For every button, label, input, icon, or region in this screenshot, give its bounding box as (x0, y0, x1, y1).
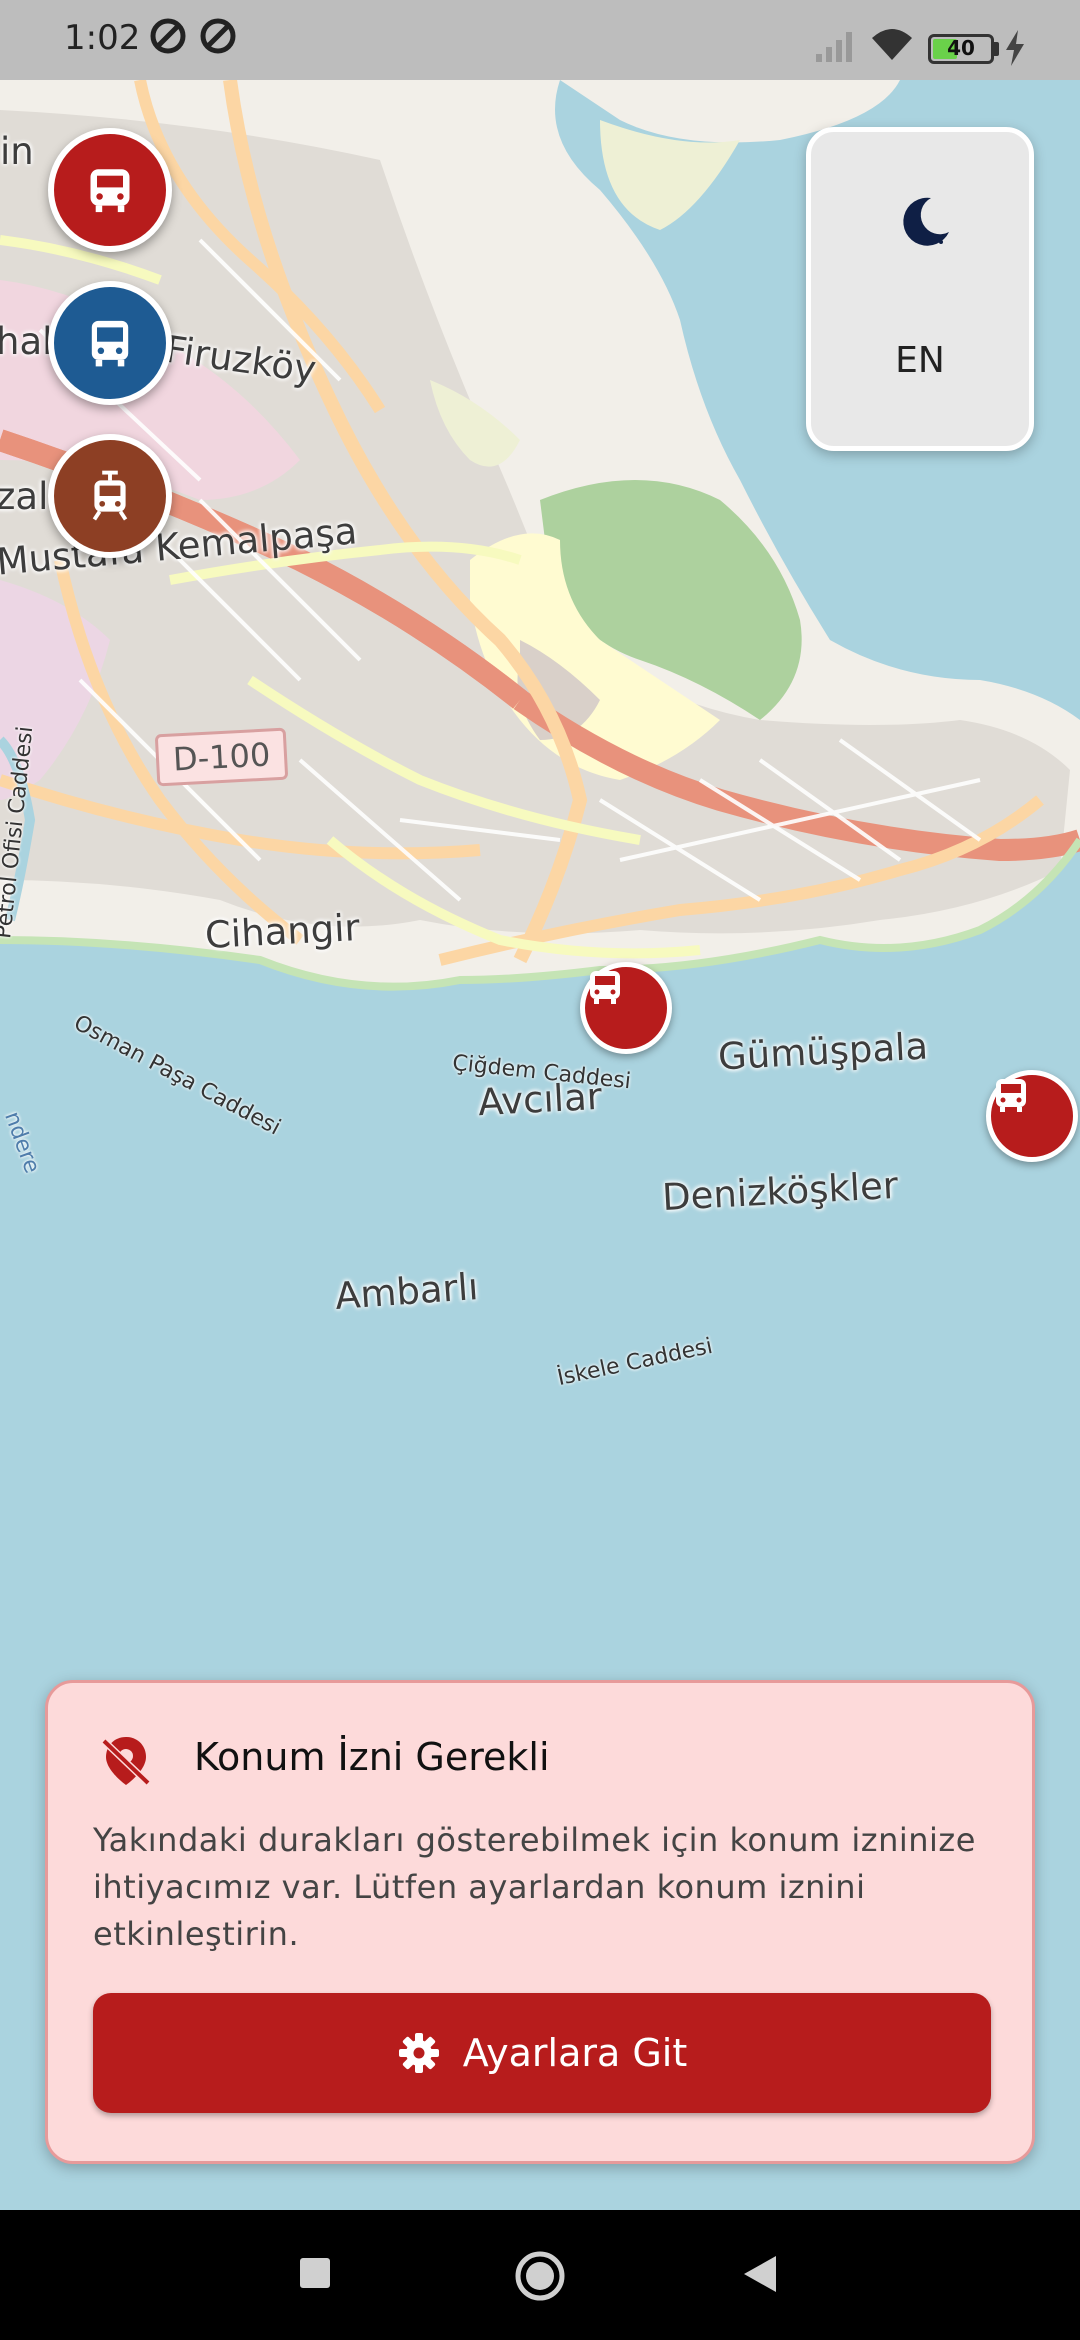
tram-filter-button[interactable] (48, 434, 172, 558)
bus-icon (91, 320, 129, 367)
battery-icon: 40 (928, 34, 994, 64)
metrobus-icon (590, 971, 620, 1004)
go-to-settings-button[interactable]: Ayarlara Git (93, 1993, 991, 2113)
place-label-partial: in (0, 130, 34, 173)
wifi-icon (872, 29, 912, 60)
at-sign-icon (150, 18, 186, 54)
language-button[interactable]: EN (811, 340, 1029, 381)
status-time: 1:02 (64, 18, 141, 58)
navigation-bar (0, 2210, 1080, 2340)
location-off-icon (101, 1737, 151, 1786)
metrobus-filter-button[interactable] (48, 128, 172, 252)
stop-marker[interactable] (580, 962, 672, 1054)
go-to-settings-label: Ayarlara Git (462, 2031, 688, 2075)
home-icon[interactable] (514, 2250, 566, 2302)
tram-icon (92, 470, 128, 521)
bus-filter-button[interactable] (48, 281, 172, 405)
location-permission-card: Konum İzni Gerekli Yakındaki durakları g… (45, 1680, 1035, 2164)
gear-icon (398, 2033, 439, 2073)
recents-icon[interactable] (298, 2256, 332, 2290)
at-sign-icon (200, 18, 236, 54)
metrobus-icon (90, 169, 130, 213)
road-shield: D-100 (154, 727, 289, 787)
place-label-partial: zal (0, 475, 49, 518)
back-icon[interactable] (742, 2254, 778, 2294)
charging-icon (1006, 30, 1024, 66)
permission-message: Yakındaki durakları gösterebilmek için k… (93, 1821, 976, 1953)
place-label-partial: hal (0, 320, 53, 363)
settings-card: EN (806, 127, 1034, 451)
place-label-cihangir: Cihangir (203, 905, 361, 958)
permission-title: Konum İzni Gerekli (194, 1735, 550, 1779)
status-bar: 1:02 40 (0, 0, 1080, 80)
signal-icon (816, 32, 852, 62)
moon-icon[interactable] (895, 192, 955, 252)
metrobus-icon (996, 1079, 1026, 1112)
stop-marker[interactable] (986, 1070, 1078, 1162)
